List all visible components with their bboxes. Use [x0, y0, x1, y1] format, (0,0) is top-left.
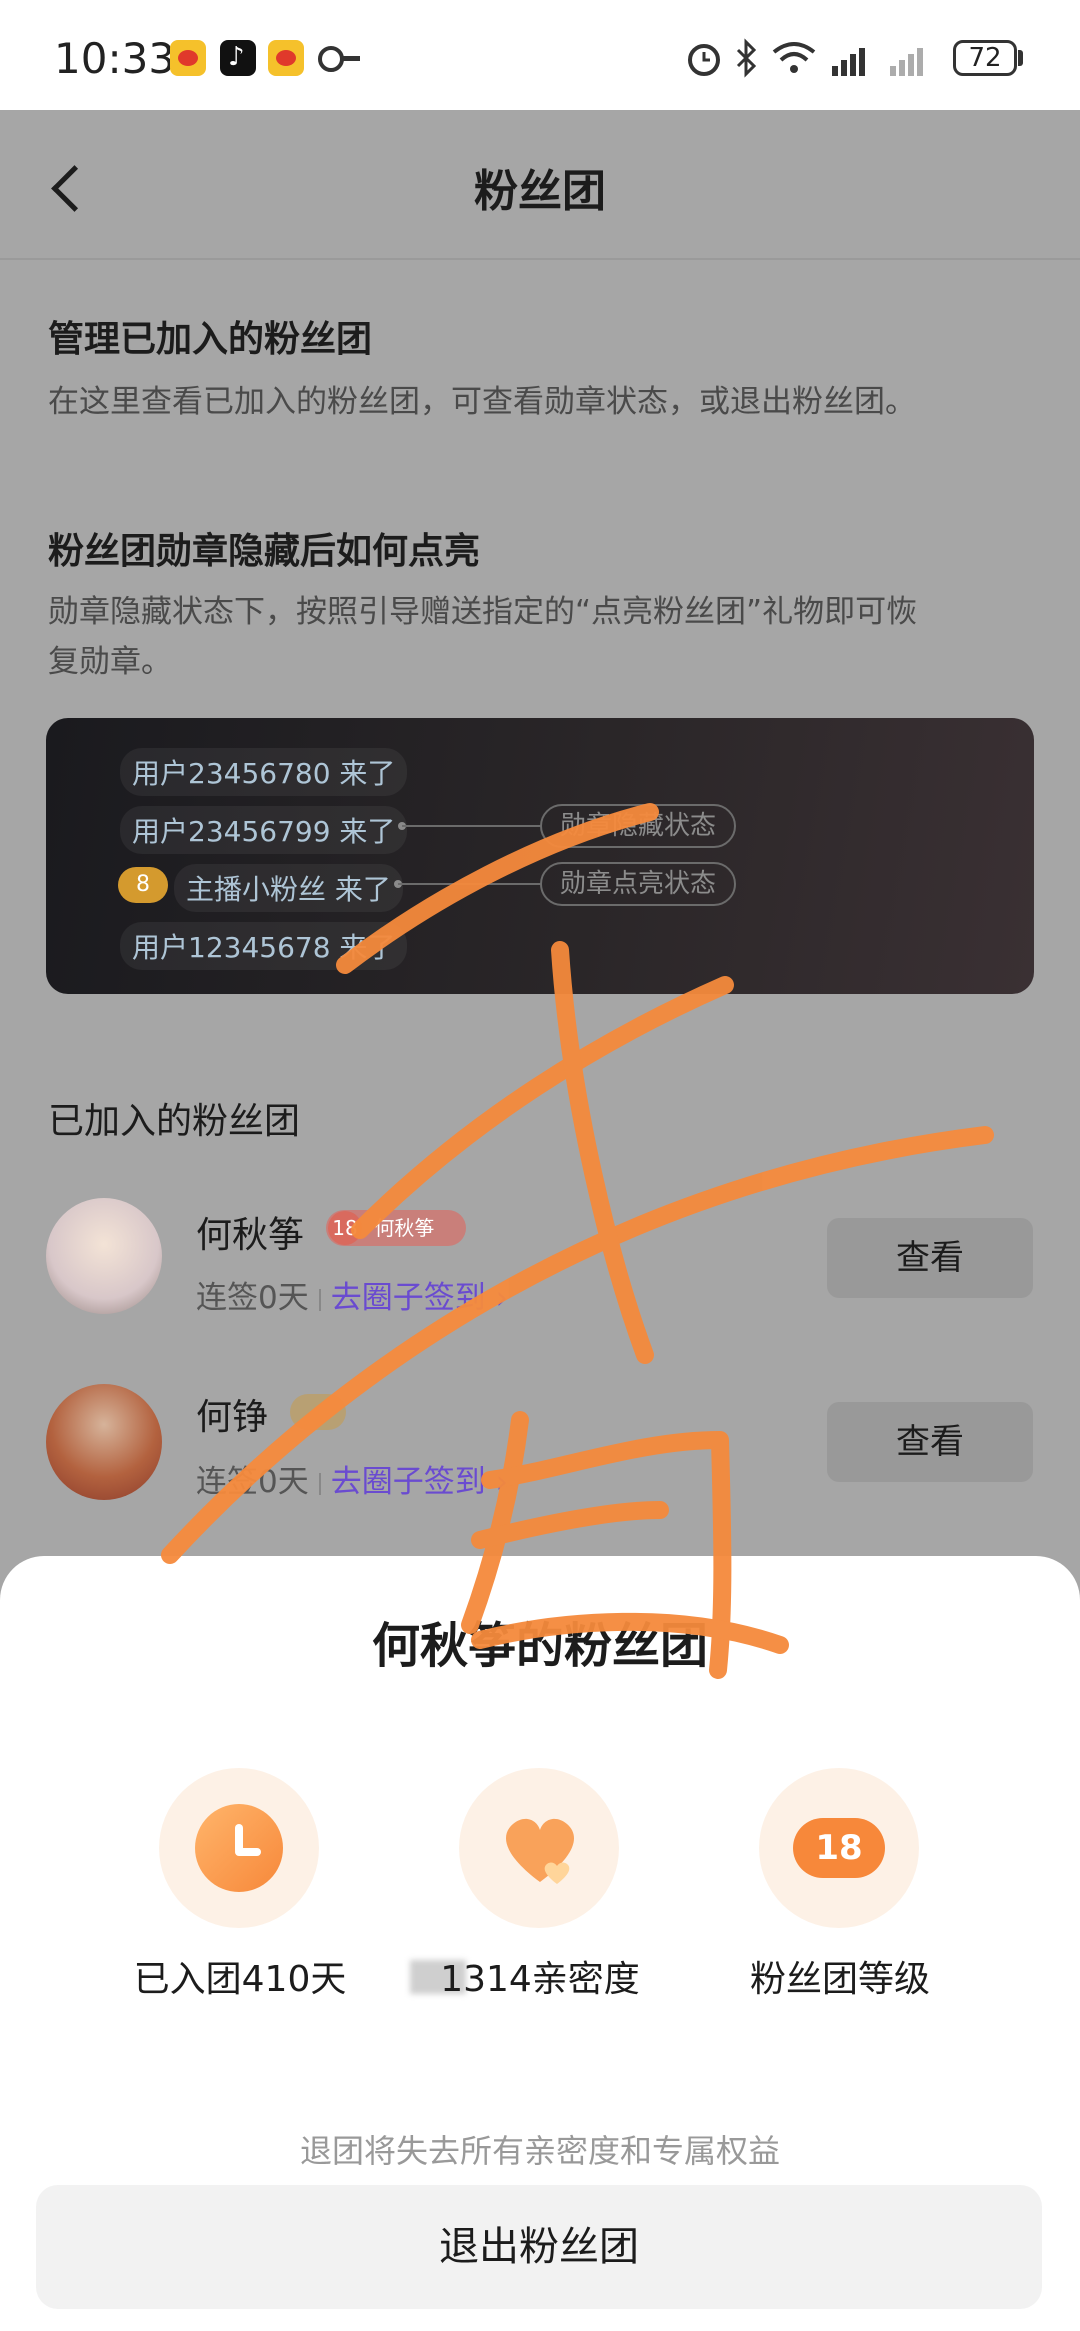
- alarm-icon: [688, 44, 720, 76]
- signal-icon: [890, 44, 932, 76]
- intimacy-stat: [459, 1768, 619, 1928]
- header-divider: [0, 258, 1080, 260]
- checkin-link[interactable]: 去圈子签到 ›: [331, 1464, 508, 1500]
- avatar[interactable]: [46, 1198, 162, 1314]
- quit-warning: 退团将失去所有亲密度和专属权益: [299, 2132, 780, 2170]
- page-title: 粉丝团: [474, 166, 606, 217]
- heart-icon: [505, 1818, 575, 1884]
- membership-stat: [159, 1768, 319, 1928]
- fan-club-level: 粉丝团等级: [749, 1959, 930, 2000]
- manage-description: 在这里查看已加入的粉丝团，可查看勋章状态，或退出粉丝团。: [48, 384, 916, 420]
- fan-club-sheet: 何秋筝的粉丝团 已入团410天 1314亲密度 18 粉丝团等级 退团将失去所有…: [0, 1556, 1080, 2331]
- intimacy-value: 1314亲密度: [440, 1959, 640, 2000]
- fan-badge: 18 何秋筝: [326, 1210, 466, 1246]
- hidden-badge-description-line1: 勋章隐藏状态下，按照引导赠送指定的“点亮粉丝团”礼物即可恢: [48, 594, 918, 630]
- level-badge-icon: 18: [793, 1818, 885, 1878]
- demo-row: 用户23456799 来了: [120, 806, 408, 854]
- tiktok-icon: [220, 40, 256, 76]
- view-button[interactable]: 查看: [827, 1218, 1033, 1298]
- view-button[interactable]: 查看: [827, 1402, 1033, 1482]
- key-icon: [318, 44, 360, 72]
- signal-icon: [832, 44, 874, 76]
- hidden-state-label: 勋章隐藏状态: [540, 804, 737, 848]
- fan-badge: [290, 1394, 346, 1430]
- fan-club-name: 何秋筝: [196, 1215, 305, 1256]
- fan-club-name: 何铮: [196, 1397, 269, 1438]
- avatar[interactable]: [46, 1384, 162, 1500]
- manage-heading: 管理已加入的粉丝团: [48, 319, 373, 360]
- weibo-icon: [170, 40, 206, 76]
- quit-fan-club-button[interactable]: 退出粉丝团: [36, 2185, 1042, 2309]
- demo-row: 主播小粉丝 来了: [174, 864, 403, 912]
- demo-row: 用户12345678 来了: [120, 922, 408, 970]
- streak-line: 连签0天 去圈子签到 ›: [196, 1464, 508, 1500]
- demo-level-badge: 8: [118, 867, 168, 903]
- wifi-icon: [772, 42, 816, 73]
- battery-indicator: 72: [953, 40, 1017, 76]
- status-bar: 10:33 72: [0, 0, 1080, 110]
- membership-days: 已入团410天: [133, 1959, 347, 2000]
- bluetooth-icon: [736, 38, 757, 78]
- streak-line: 连签0天 去圈子签到 ›: [196, 1280, 508, 1316]
- checkin-link[interactable]: 去圈子签到 ›: [331, 1280, 508, 1316]
- joined-heading: 已加入的粉丝团: [48, 1101, 301, 1142]
- level-stat: 18: [759, 1768, 919, 1928]
- lit-state-label: 勋章点亮状态: [540, 862, 737, 906]
- sheet-title: 何秋筝的粉丝团: [371, 1618, 708, 1674]
- weibo-icon: [268, 40, 304, 76]
- hidden-badge-description-line2: 复勋章。: [48, 644, 172, 680]
- demo-row: 用户23456780 来了: [120, 748, 408, 796]
- clock-icon: [195, 1804, 283, 1892]
- status-time: 10:33: [54, 34, 176, 83]
- hidden-badge-heading: 粉丝团勋章隐藏后如何点亮: [48, 531, 481, 572]
- badge-demo-card: 用户23456780 来了 用户23456799 来了 8 主播小粉丝 来了 用…: [46, 718, 1034, 994]
